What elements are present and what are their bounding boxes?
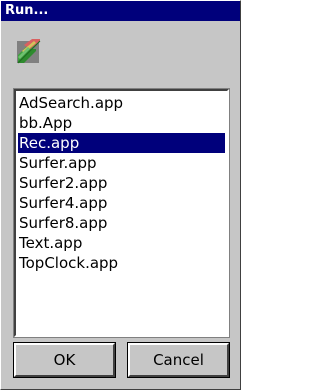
list-item[interactable]: TopClock.app — [18, 253, 225, 273]
run-dialog: Run... AdSearch.app bb.App Rec.app Surfer.a… — [0, 0, 241, 390]
app-list[interactable]: AdSearch.app bb.App Rec.app Surfer.app Surfe… — [13, 88, 230, 338]
list-item[interactable]: Surfer2.app — [18, 173, 225, 193]
cancel-button[interactable]: Cancel — [127, 342, 230, 378]
list-item[interactable]: bb.App — [18, 113, 225, 133]
window-title: Run... — [1, 1, 240, 21]
list-item[interactable]: AdSearch.app — [18, 93, 225, 113]
list-item[interactable]: Surfer.app — [18, 153, 225, 173]
list-item[interactable]: Surfer4.app — [18, 193, 225, 213]
list-item[interactable]: Rec.app — [18, 133, 225, 153]
list-item[interactable]: Text.app — [18, 233, 225, 253]
ok-button[interactable]: OK — [13, 342, 116, 378]
list-item[interactable]: Surfer8.app — [18, 213, 225, 233]
run-app-icon — [17, 39, 41, 64]
